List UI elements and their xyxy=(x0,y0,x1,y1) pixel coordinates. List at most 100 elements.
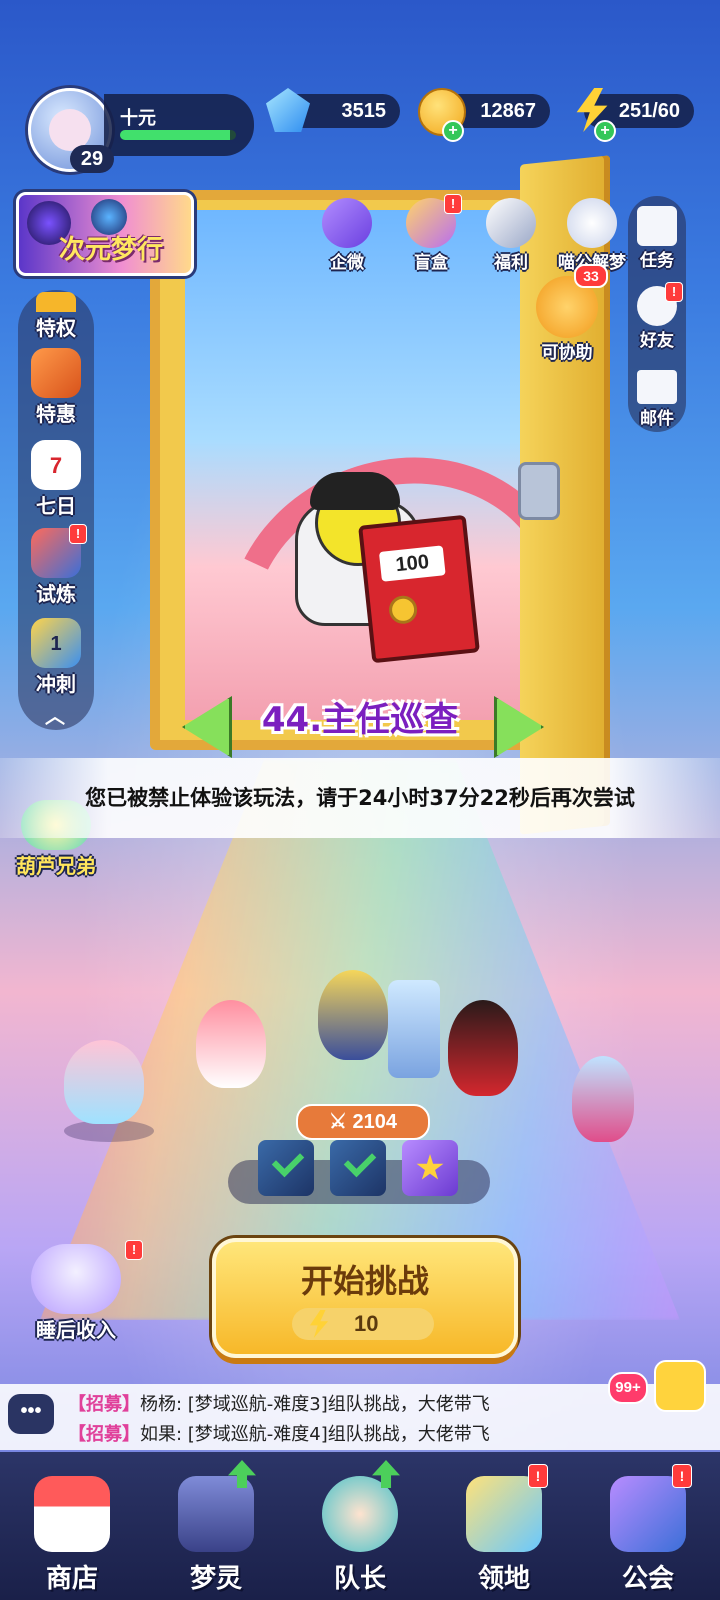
team-power: ⚔ 2104 xyxy=(296,1104,430,1140)
hero-swordswoman[interactable] xyxy=(448,1000,518,1096)
player-level: 29 xyxy=(70,145,114,173)
gem-counter[interactable]: 3515 xyxy=(266,88,400,132)
blind-box-label: 盲盒 xyxy=(414,253,448,273)
alert-badge: ! xyxy=(528,1464,548,1488)
sword-icon: ⚔ xyxy=(329,1111,353,1133)
assist-button[interactable]: 33 可协助 xyxy=(522,264,612,363)
tasks-label: 任务 xyxy=(640,251,674,271)
upgrade-arrow-icon xyxy=(372,1460,400,1488)
reward-chest-claimed[interactable] xyxy=(258,1140,314,1196)
chat-tag: 【招募】 xyxy=(68,1424,140,1445)
reward-chest-locked[interactable] xyxy=(402,1140,458,1196)
sleep-income-label: 睡后收入 xyxy=(36,1318,116,1342)
emote-icon[interactable] xyxy=(654,1360,706,1412)
player-panel[interactable]: 十元 xyxy=(104,94,254,156)
friends-button[interactable]: ! 好友 xyxy=(628,282,686,351)
gourd-brothers-label: 葫芦兄弟 xyxy=(16,854,96,878)
chat-message: 【招募】如果: [梦域巡航-难度4]组队挑战，大佬带飞 xyxy=(68,1420,490,1446)
sale-label: 特惠 xyxy=(36,402,76,426)
door-knob-icon xyxy=(518,462,560,520)
gift-bag-icon xyxy=(486,198,536,248)
tab-captain[interactable]: 队长 xyxy=(288,1452,432,1600)
tab-territory[interactable]: ! 领地 xyxy=(432,1452,576,1600)
alert-badge: ! xyxy=(665,282,683,302)
shop-icon xyxy=(34,1476,110,1552)
tab-spirits-label: 梦灵 xyxy=(189,1564,242,1594)
mail-label: 邮件 xyxy=(640,409,674,429)
dream-cat-button[interactable]: 喵公解梦 xyxy=(546,198,638,273)
territory-icon: ! xyxy=(466,1464,548,1552)
welfare-button[interactable]: 福利 xyxy=(476,198,546,273)
star-icon xyxy=(416,1154,444,1180)
flag-icon: 1 xyxy=(31,618,81,668)
friends-label: 好友 xyxy=(640,331,674,351)
captain-icon xyxy=(322,1460,400,1552)
restriction-toast: 您已被禁止体验该玩法，请于24小时37分22秒后再次尝试 xyxy=(0,758,720,838)
hero-vr-girl[interactable] xyxy=(64,1040,144,1124)
shield-icon xyxy=(388,980,440,1078)
start-challenge-label: 开始挑战 xyxy=(300,1262,429,1300)
energy-counter[interactable]: + 251/60 xyxy=(576,88,694,142)
gem-count: 3515 xyxy=(341,100,387,122)
mail-button[interactable]: 邮件 xyxy=(628,366,686,429)
alert-badge: ! xyxy=(125,1240,143,1260)
trial-label: 试炼 xyxy=(36,582,76,606)
guild-icon: ! xyxy=(610,1464,692,1552)
seven-day-button[interactable]: 7 七日 xyxy=(18,440,94,519)
chat-tag: 【招募】 xyxy=(68,1394,140,1415)
tab-captain-label: 队长 xyxy=(333,1564,386,1594)
coin-counter[interactable]: + 12867 xyxy=(418,88,550,142)
chat-text: 如果: [梦域巡航-难度4]组队挑战，大佬带飞 xyxy=(140,1424,490,1445)
alert-badge: ! xyxy=(69,524,87,544)
tab-spirits[interactable]: 梦灵 xyxy=(144,1452,288,1600)
unread-messages-badge[interactable]: 99+ xyxy=(608,1372,648,1404)
handshake-icon: 33 xyxy=(536,264,608,338)
sleep-income-button[interactable]: ! 睡后收入 xyxy=(16,1240,143,1364)
wecom-button[interactable]: 企微 xyxy=(312,198,382,273)
hero-captain[interactable] xyxy=(318,970,388,1060)
add-coins-icon[interactable]: + xyxy=(442,120,464,142)
energy-cost: 10 xyxy=(292,1308,434,1340)
cat-icon xyxy=(567,198,617,248)
crown-icon xyxy=(36,292,76,312)
sale-button[interactable]: 特惠 xyxy=(18,348,94,427)
collapse-chevron-icon[interactable]: ︿ xyxy=(40,700,70,728)
tab-guild-label: 公会 xyxy=(621,1564,674,1594)
start-challenge-button[interactable]: 开始挑战 10 xyxy=(212,1238,518,1358)
check-icon xyxy=(343,1144,377,1178)
tab-guild[interactable]: ! 公会 xyxy=(576,1452,720,1600)
reward-chest-claimed[interactable] xyxy=(330,1140,386,1196)
event-banner-label: 次元梦行 xyxy=(59,235,164,265)
check-icon xyxy=(271,1144,305,1178)
chat-text: 杨杨: [梦域巡航-难度3]组队挑战，大佬带飞 xyxy=(140,1394,490,1415)
cannon-icon: ! xyxy=(31,524,87,578)
hero-spider-girl[interactable] xyxy=(572,1056,634,1142)
trial-button[interactable]: ! 试炼 xyxy=(18,524,94,607)
privilege-button[interactable]: 特权 xyxy=(18,292,94,341)
tab-shop[interactable]: 商店 xyxy=(0,1452,144,1600)
calendar-icon: 7 xyxy=(31,440,81,490)
seven-day-label: 七日 xyxy=(36,494,76,518)
energy-cost-value: 10 xyxy=(354,1311,379,1336)
alert-badge: ! xyxy=(672,1464,692,1488)
medal-icon xyxy=(387,594,419,626)
blind-box-button[interactable]: ! 盲盒 xyxy=(396,194,466,273)
bottom-nav: 商店 梦灵 队长 ! 领地 ! 公会 xyxy=(0,1452,720,1600)
sprint-button[interactable]: 1 冲刺 xyxy=(18,618,94,697)
stage-preview[interactable]: 100 xyxy=(185,210,535,720)
book-label: 100 xyxy=(378,545,446,582)
exp-bar-fill xyxy=(120,130,231,140)
assist-count-badge: 33 xyxy=(574,264,608,288)
event-banner[interactable]: 次元梦行 xyxy=(16,192,194,276)
energy-icon xyxy=(309,1310,329,1338)
privilege-label: 特权 xyxy=(36,316,76,340)
hero-nurse[interactable] xyxy=(196,1000,266,1088)
team-power-value: 2104 xyxy=(352,1111,398,1133)
sprint-label: 冲刺 xyxy=(36,672,76,696)
tasks-button[interactable]: 任务 xyxy=(628,206,686,271)
spirit-machine-icon xyxy=(178,1460,256,1552)
stage-title: 44.主任巡查 xyxy=(261,700,459,740)
add-energy-icon[interactable]: + xyxy=(594,120,616,142)
welfare-label: 福利 xyxy=(494,253,528,273)
chat-icon[interactable]: ••• xyxy=(8,1394,54,1434)
